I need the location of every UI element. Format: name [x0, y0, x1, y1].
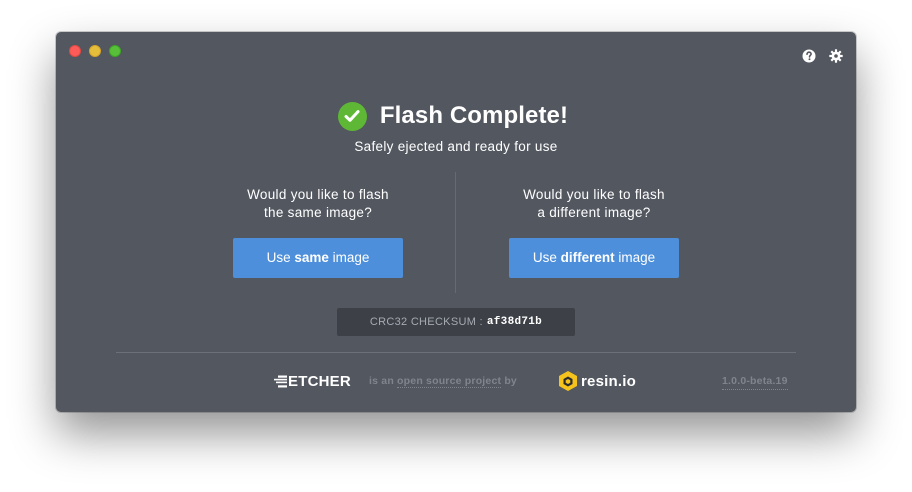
check-circle-icon — [337, 101, 367, 131]
resin-logo[interactable]: resin.io — [558, 369, 636, 393]
window-maximize-button[interactable] — [109, 45, 121, 57]
app-window: Flash Complete! Safely ejected and ready… — [56, 32, 856, 412]
open-source-link[interactable]: open source project — [397, 375, 502, 388]
same-image-button-prefix: Use — [266, 250, 295, 265]
different-image-question: Would you like to flash a different imag… — [523, 187, 665, 220]
same-image-button-bold: same — [294, 250, 329, 265]
footer: ETCHER is an open source project by resi… — [56, 369, 856, 393]
different-image-button-suffix: image — [614, 250, 656, 265]
gear-icon[interactable] — [829, 49, 843, 63]
different-image-section: Would you like to flash a different imag… — [464, 186, 724, 278]
checksum-label: CRC32 CHECKSUM : — [369, 316, 483, 328]
different-image-button-prefix: Use — [532, 250, 561, 265]
tagline-prefix: is an — [369, 375, 398, 387]
same-image-button-suffix: image — [328, 250, 370, 265]
checksum-value: af38d71b — [486, 316, 543, 328]
etcher-logo[interactable]: ETCHER — [274, 372, 351, 390]
status-header: Flash Complete! — [56, 101, 856, 131]
resin-logo-text: resin.io — [581, 372, 636, 390]
different-image-button-bold: different — [560, 250, 615, 265]
same-image-section: Would you like to flash the same image? … — [188, 186, 448, 278]
checksum-badge: CRC32 CHECKSUM : af38d71b — [337, 308, 575, 336]
tagline-suffix: by — [501, 375, 517, 387]
vertical-divider — [455, 172, 456, 293]
version-link[interactable]: 1.0.0-beta.19 — [722, 375, 788, 390]
resin-cube-icon — [559, 371, 577, 391]
page-subtitle: Safely ejected and ready for use — [354, 139, 558, 154]
etcher-logo-text: ETCHER — [288, 372, 351, 390]
window-minimize-button[interactable] — [89, 45, 101, 57]
tagline: is an open source project by — [369, 375, 517, 388]
use-same-image-button[interactable]: Use same image — [233, 238, 403, 278]
window-close-button[interactable] — [69, 45, 81, 57]
help-circle-icon[interactable] — [802, 49, 816, 63]
etcher-speed-lines-icon — [274, 375, 287, 387]
page-title: Flash Complete! — [379, 102, 569, 129]
same-image-question: Would you like to flash the same image? — [247, 187, 389, 220]
use-different-image-button[interactable]: Use different image — [509, 238, 679, 278]
footer-divider — [116, 352, 796, 353]
